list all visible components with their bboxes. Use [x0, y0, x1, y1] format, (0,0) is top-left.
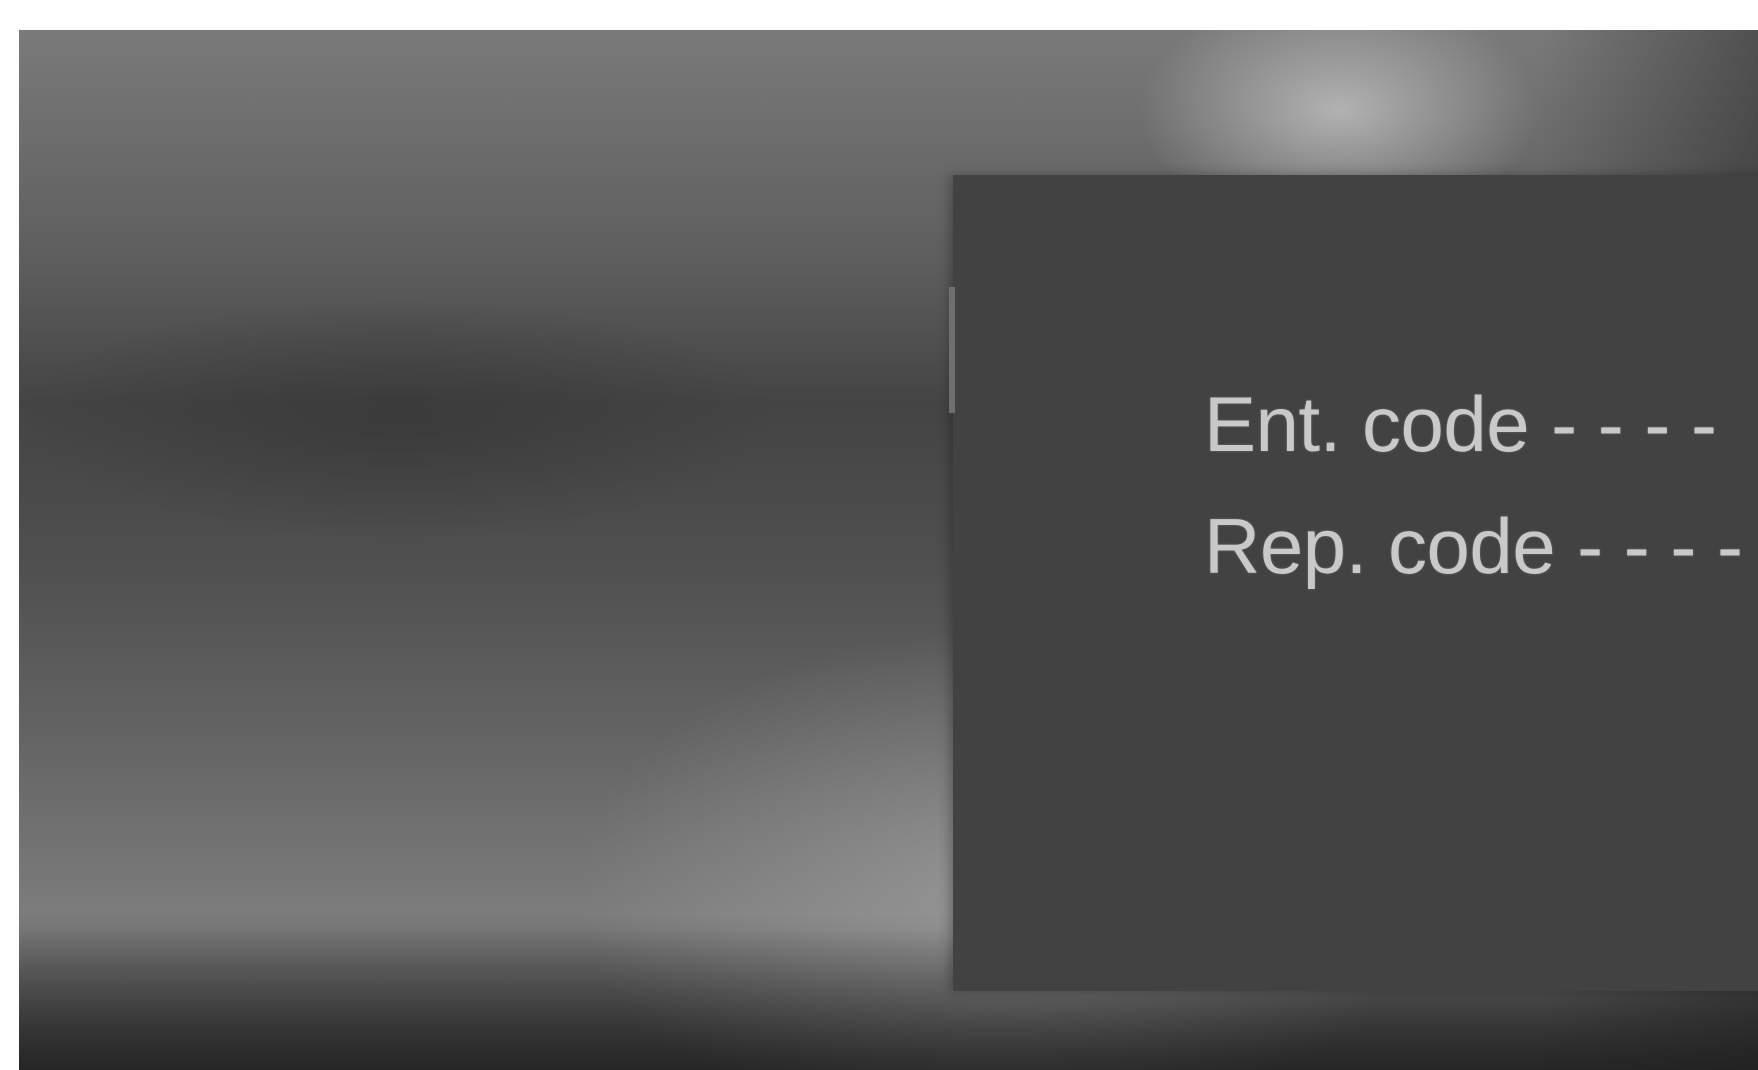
- panel-edge-marker: [949, 287, 955, 413]
- repeat-code-label: Rep. code: [1204, 502, 1556, 590]
- password-osd-panel: Ent. code - - - - Rep. code - - - -: [949, 175, 1758, 991]
- repeat-code-row[interactable]: Rep. code - - - -: [1077, 429, 1743, 663]
- repeat-code-value[interactable]: - - - -: [1577, 502, 1743, 590]
- tv-screen: Ent. code - - - - Rep. code - - - -: [19, 30, 1758, 1070]
